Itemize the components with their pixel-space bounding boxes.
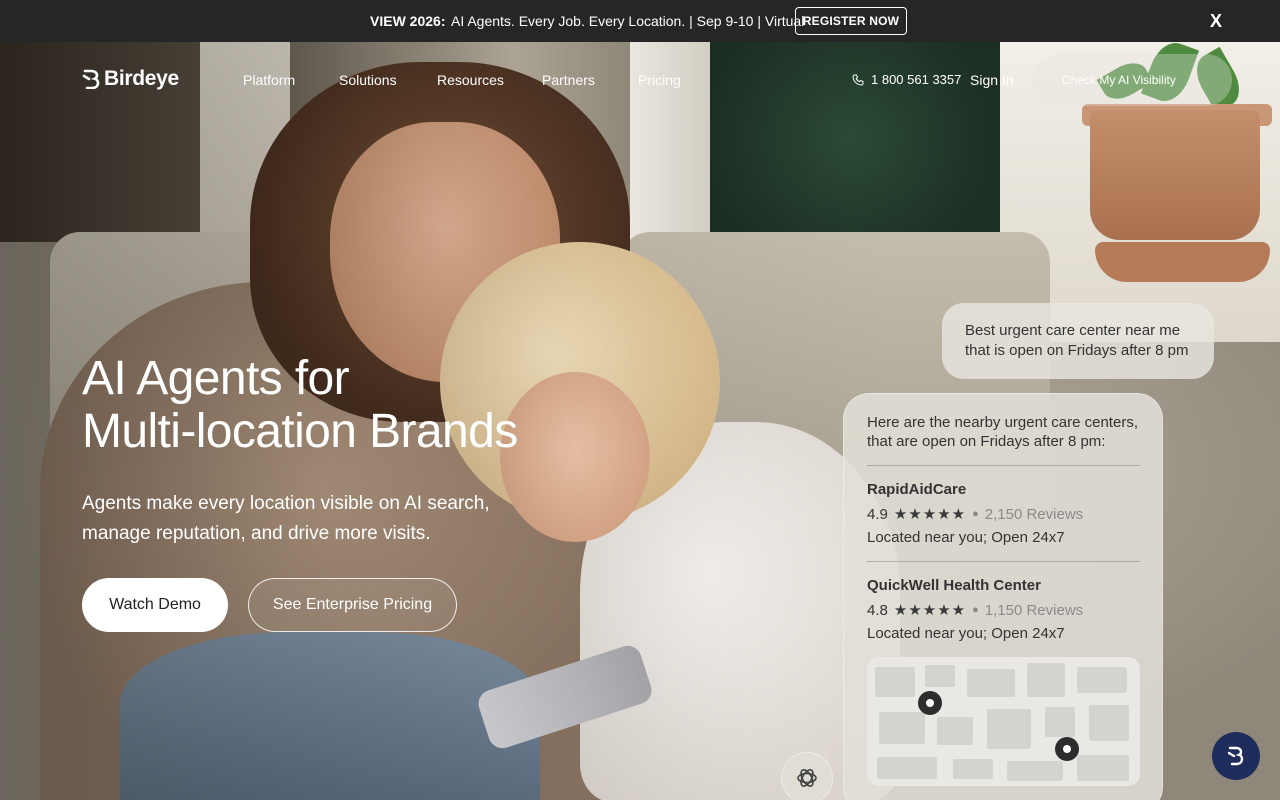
brand-logo[interactable]: Birdeye [82,67,179,91]
nav-item-partners[interactable]: Partners [542,72,595,88]
register-now-button[interactable]: REGISTER NOW [795,7,907,35]
enterprise-pricing-button[interactable]: See Enterprise Pricing [248,578,457,632]
result-rating: 4.8 [867,601,888,619]
check-ai-visibility-button[interactable]: Check My AI Visibility [1032,54,1232,106]
watch-demo-button[interactable]: Watch Demo [82,578,228,632]
hero-title: AI Agents for Multi-location Brands [82,352,518,458]
result-reviews: 1,150 Reviews [984,601,1084,619]
divider [867,561,1140,562]
main-nav: Birdeye Platform Solutions Resources Par… [0,42,1280,118]
announcement-bar: VIEW 2026: AI Agents. Every Job. Every L… [0,0,1280,42]
result-rating-row: 4.8 ★★★★★ ● 1,150 Reviews [867,601,1084,620]
hero-title-line-1: AI Agents for [82,352,350,405]
result-reviews: 2,150 Reviews [984,505,1084,523]
star-icon: ★★★★★ [893,506,967,523]
hero-subtitle: Agents make every location visible on AI… [82,493,490,544]
map-pin-icon [1055,737,1079,761]
results-map [867,657,1140,786]
phone-link[interactable]: 1 800 561 3357 [852,72,961,87]
ai-answer-card: Here are the nearby urgent care centers,… [843,393,1163,800]
result-rating-row: 4.9 ★★★★★ ● 2,150 Reviews [867,505,1084,524]
result-name: RapidAidCare [867,481,967,498]
nav-item-platform[interactable]: Platform [243,72,295,88]
phone-number: 1 800 561 3357 [871,72,962,87]
map-pin-icon [918,691,942,715]
answer-intro: Here are the nearby urgent care centers,… [867,414,1138,450]
close-announcement-button[interactable]: X [1210,11,1222,32]
nav-item-pricing[interactable]: Pricing [638,72,681,88]
chat-widget-button[interactable] [1212,732,1260,780]
result-detail: Located near you; Open 24x7 [867,625,1065,642]
result-rating: 4.9 [867,505,888,523]
birdeye-logo-icon [82,69,100,89]
announcement-text: AI Agents. Every Job. Every Location. | … [451,13,805,29]
hero-title-line-2: Multi-location Brands [82,405,518,458]
sign-in-link[interactable]: Sign In [970,72,1014,88]
star-icon: ★★★★★ [893,602,967,619]
openai-icon [781,752,833,800]
result-name: QuickWell Health Center [867,577,1041,594]
chat-widget-icon [1227,746,1244,766]
divider [867,465,1140,466]
nav-item-resources[interactable]: Resources [437,72,504,88]
announcement-label: VIEW 2026: [370,13,446,29]
phone-icon [852,74,864,86]
brand-name: Birdeye [104,67,179,90]
nav-item-solutions[interactable]: Solutions [339,72,397,88]
ai-query-bubble: Best urgent care center near me that is … [942,303,1214,379]
result-detail: Located near you; Open 24x7 [867,529,1065,546]
